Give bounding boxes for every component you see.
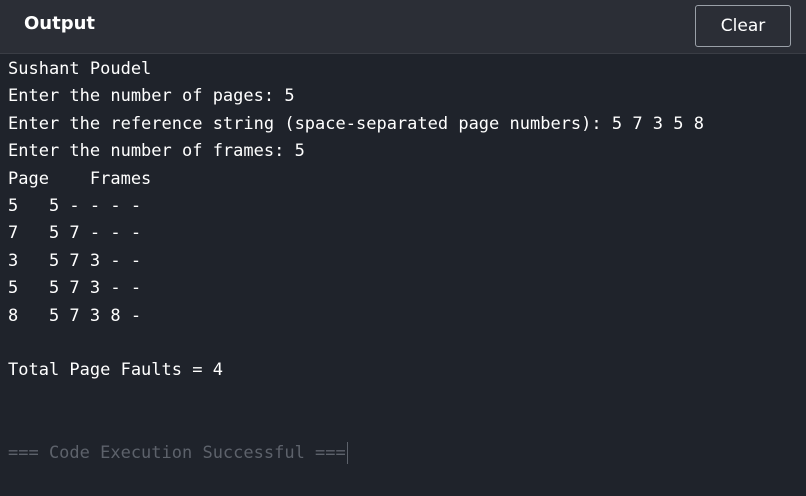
output-line: 3 5 7 3 - -: [8, 250, 142, 271]
console-output: Sushant Poudel Enter the number of pages…: [8, 56, 798, 385]
output-line: Enter the reference string (space-separa…: [8, 113, 704, 134]
output-line: Enter the number of frames: 5: [8, 141, 305, 162]
clear-button[interactable]: Clear: [695, 5, 791, 47]
output-line: 5 5 7 3 - -: [8, 278, 142, 299]
output-line: Page Frames: [8, 168, 152, 189]
output-line: 7 5 7 - - -: [8, 223, 142, 244]
output-line: 5 5 - - - -: [8, 195, 142, 216]
panel-title: Output: [24, 13, 96, 34]
output-line: Total Page Faults = 4: [8, 360, 223, 381]
text-cursor: [346, 442, 348, 464]
output-header: Output Clear: [0, 0, 806, 54]
status-text: === Code Execution Successful ===: [8, 443, 346, 463]
output-line: 8 5 7 3 8 -: [8, 305, 142, 326]
output-line: Enter the number of pages: 5: [8, 86, 295, 107]
execution-status: === Code Execution Successful ===: [8, 440, 348, 467]
output-line: Sushant Poudel: [8, 59, 152, 79]
